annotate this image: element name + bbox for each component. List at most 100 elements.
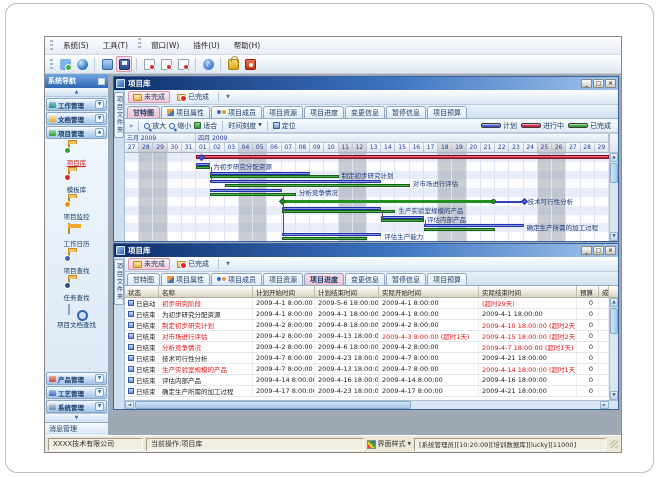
table-tab-changes[interactable]: 变更信息 (345, 273, 385, 285)
table-tab-resources[interactable]: 项目资源 (263, 273, 303, 285)
scroll-left-button[interactable]: ◄ (125, 401, 134, 409)
gantt-tab-properties[interactable]: 项目属性 (161, 106, 210, 118)
table-row[interactable]: 已结束对市场进行评估2009-4-2 8:00:002009-4-13 18:0… (125, 331, 609, 342)
interface-style-button[interactable]: 界面样式 ▼ (367, 439, 411, 449)
gantt-bar-done-2[interactable] (196, 166, 210, 169)
scroll-up-button[interactable]: ▲ (610, 153, 618, 162)
lock-button[interactable] (225, 56, 241, 72)
chevron-down-icon[interactable]: ▼ (95, 402, 104, 411)
filter-more-icon[interactable]: ▼ (223, 94, 233, 100)
scroll-right-button[interactable]: ► (600, 401, 609, 409)
sidebar-item-task-search[interactable]: 任务查找 (64, 278, 90, 302)
table-tab-budget[interactable]: 项目预算 (427, 273, 467, 285)
exit-button[interactable] (242, 56, 258, 72)
sidebar-collapse-button[interactable]: ▲ (45, 88, 108, 97)
sidebar-item-project-monitor[interactable]: 项目监控 (64, 197, 90, 221)
table-row[interactable]: 已结束技术可行性分析2009-4-7 8:00:002009-4-23 18:0… (125, 353, 609, 364)
column-header-4[interactable]: 计划结束时间 (315, 286, 379, 297)
sidebar-group-system-mgmt[interactable]: 系统管理▼ (46, 400, 107, 413)
gantt-tab-members[interactable]: 项目成员 (211, 106, 262, 118)
sidebar-item-project-doc-search[interactable]: 项目文档查找 (57, 305, 96, 329)
table-row[interactable]: 已结束生产实验室规模的产品2009-4-7 8:00:002009-4-13 1… (125, 364, 609, 375)
locate-button[interactable]: 定位 (273, 121, 296, 131)
table-window-titlebar[interactable]: 项目库 _ □ × (114, 244, 618, 257)
zoom-in-button[interactable]: 放大 (144, 121, 166, 131)
table-row[interactable]: 已结束为初步研究分配资源2009-4-1 8:00:002009-4-1 18:… (125, 309, 609, 320)
message-management-tab[interactable]: 消息管理 (45, 422, 108, 435)
scrollbar-track[interactable] (610, 335, 618, 391)
table-row[interactable]: 已结束评估内部产品2009-4-14 8:00:002009-4-16 18:0… (125, 375, 609, 386)
scroll-down-button[interactable]: ▼ (610, 391, 618, 400)
chevron-down-icon[interactable]: ▼ (95, 114, 104, 123)
scroll-down-button[interactable]: ▼ (610, 232, 618, 241)
scrollbar-thumb[interactable] (135, 401, 411, 409)
menu-item-5[interactable]: 帮助(H) (227, 38, 268, 53)
table-tab-members[interactable]: 项目成员 (211, 273, 262, 285)
maximize-button[interactable]: □ (593, 79, 604, 88)
fit-button[interactable]: 适合 (194, 121, 217, 131)
gantt-done-line-6[interactable] (282, 200, 496, 203)
table-row[interactable]: 已启动初步研究阶段2009-4-1 8:00:002009-5-6 18:00:… (125, 298, 609, 309)
gantt-tab-pause[interactable]: 暂停信息 (386, 106, 426, 118)
menu-item-4[interactable]: 插件(U) (186, 38, 226, 53)
report-button-2[interactable] (158, 56, 174, 72)
workspace-button[interactable] (57, 56, 73, 72)
sidebar-item-work-calendar[interactable]: 工作日历 (64, 224, 90, 248)
table-row[interactable]: 已结束制定初步研究计划2009-4-2 8:00:002009-4-8 18:0… (125, 320, 609, 331)
sidebar-item-project-search[interactable]: 项目查找 (64, 251, 90, 275)
gantt-bar-done-9[interactable] (424, 228, 495, 231)
maximize-button[interactable]: □ (593, 246, 604, 255)
minimize-button[interactable]: _ (581, 79, 592, 88)
gantt-window-titlebar[interactable]: 项目库 _ □ × (114, 77, 618, 90)
scrollbar-thumb[interactable] (610, 308, 618, 334)
report-button-1[interactable] (141, 56, 157, 72)
zoom-out-button[interactable]: 缩小 (169, 121, 191, 131)
gantt-bar-inprogress-1[interactable] (196, 155, 609, 159)
menu-item-1[interactable]: 系统(S) (56, 38, 96, 53)
column-header-7[interactable]: 预算 (577, 286, 599, 297)
column-header-1[interactable]: 状态 (125, 286, 159, 297)
gantt-tab-gantt[interactable]: 甘特图 (127, 106, 160, 118)
sidebar-group-product-mgmt[interactable]: 产品管理▼ (46, 372, 107, 385)
table-tab-pause[interactable]: 暂停信息 (386, 273, 426, 285)
table-tab-progress[interactable]: 项目进度 (304, 273, 344, 285)
filter-finished-button[interactable]: 已完成 (172, 258, 214, 270)
gantt-bar-done-4[interactable] (225, 184, 410, 187)
scrollbar-track[interactable] (412, 401, 600, 409)
column-header-3[interactable]: 计划开始时间 (253, 286, 315, 297)
gantt-tab-changes[interactable]: 变更信息 (345, 106, 385, 118)
close-button[interactable]: × (605, 246, 616, 255)
filter-more-icon[interactable]: ▼ (223, 261, 233, 267)
report-button-3[interactable] (175, 56, 191, 72)
gantt-bar-done-7[interactable] (282, 210, 396, 213)
toolbar-overflow-icon[interactable]: » (129, 122, 133, 130)
filter-unfinished-button[interactable]: 未完成 (128, 91, 170, 103)
sidebar-expand-button[interactable]: ▼ (45, 413, 108, 422)
sidebar-group-process-mgmt[interactable]: 工艺管理▼ (46, 386, 107, 399)
gantt-bar-done-10[interactable] (282, 237, 367, 240)
column-header-5[interactable]: 实际开始时间 (379, 286, 479, 297)
scrollbar-track[interactable] (610, 184, 618, 232)
filter-finished-button[interactable]: 已完成 (172, 91, 214, 103)
sidebar-item-project-library[interactable]: 项目库 (67, 143, 87, 167)
project-folders-tab[interactable]: 项目文件夹 (114, 92, 124, 138)
pin-icon[interactable] (98, 78, 105, 85)
gantt-bar-done-3[interactable] (210, 175, 338, 178)
help-button[interactable] (200, 56, 216, 72)
close-button[interactable]: × (605, 79, 616, 88)
project-folders-tab[interactable]: 项目文件夹 (114, 259, 124, 305)
save-button[interactable] (116, 56, 132, 72)
open-folder-button[interactable] (99, 56, 115, 72)
chevron-down-icon[interactable]: ▼ (95, 100, 104, 109)
table-tab-gantt[interactable]: 甘特图 (127, 273, 160, 285)
sidebar-group-doc-mgmt[interactable]: 文档管理▼ (46, 112, 107, 125)
sidebar-item-template-library[interactable]: 模板库 (67, 170, 87, 194)
resize-grip-icon[interactable] (610, 440, 618, 448)
scrollbar-thumb[interactable] (610, 163, 618, 183)
column-header-8[interactable]: 成 (599, 286, 609, 297)
table-tab-properties[interactable]: 项目属性 (161, 273, 210, 285)
chevron-down-icon[interactable]: ▼ (95, 388, 104, 397)
gantt-tab-progress[interactable]: 项目进度 (304, 106, 344, 118)
network-button[interactable] (74, 56, 90, 72)
gantt-tab-budget[interactable]: 项目预算 (427, 106, 467, 118)
